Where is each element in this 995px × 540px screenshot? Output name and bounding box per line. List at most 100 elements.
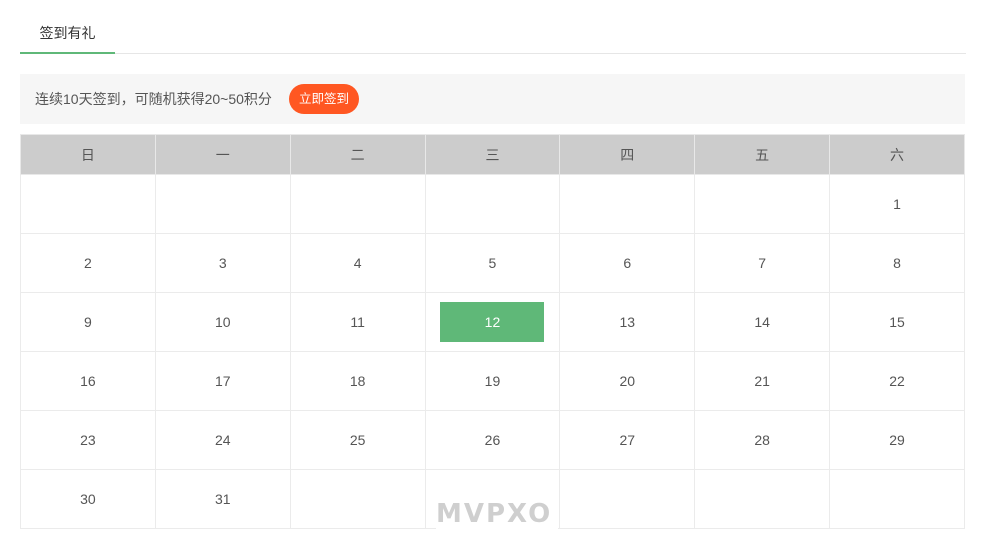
notice-bar: 连续10天签到，可随机获得20~50积分 立即签到 — [20, 74, 965, 124]
calendar-day-number: 15 — [889, 314, 905, 330]
calendar-day-cell[interactable]: 20 — [559, 351, 696, 411]
weekday-thu: 四 — [559, 134, 696, 175]
calendar-day-cell[interactable]: 11 — [289, 292, 426, 352]
calendar-day-number — [575, 478, 679, 518]
calendar-day-number: 31 — [214, 491, 231, 507]
calendar-day-number: 14 — [754, 314, 770, 330]
calendar-day-number: 26 — [484, 432, 501, 448]
calendar-empty-cell — [694, 174, 831, 234]
calendar-day-cell[interactable]: 3 — [154, 233, 291, 293]
weekday-header-row: 日 一 二 三 四 五 六 — [20, 134, 965, 175]
calendar-day-number: 17 — [214, 373, 231, 389]
calendar-day-cell[interactable]: 22 — [829, 351, 965, 411]
weekday-mon: 一 — [154, 134, 291, 175]
calendar-day-cell[interactable]: 19 — [424, 351, 561, 411]
calendar-day-number: 28 — [754, 432, 770, 448]
calendar-day-today: 12 — [440, 302, 545, 342]
weekday-sun: 日 — [20, 134, 156, 175]
calendar-day-number: 4 — [353, 255, 362, 271]
calendar-day-number: 16 — [80, 373, 96, 389]
calendar-day-cell[interactable]: 27 — [559, 410, 696, 470]
calendar-day-cell[interactable]: 16 — [20, 351, 156, 411]
tab-sign-in-rewards[interactable]: 签到有礼 — [20, 18, 115, 54]
calendar-day-cell[interactable]: 9 — [20, 292, 156, 352]
calendar-day-cell[interactable]: 7 — [694, 233, 831, 293]
sign-in-button[interactable]: 立即签到 — [289, 84, 360, 114]
calendar-day-number: 30 — [80, 491, 96, 507]
calendar-day-cell[interactable]: 31 — [154, 469, 291, 529]
notice-text: 连续10天签到，可随机获得20~50积分 — [35, 91, 272, 107]
calendar-week-row: 2 3 4 5 6 7 8 — [20, 233, 965, 293]
calendar-day-number: 18 — [349, 373, 366, 389]
calendar-empty-cell — [559, 469, 696, 529]
calendar-day-number: 13 — [619, 314, 636, 330]
calendar-day-cell[interactable]: 10 — [154, 292, 291, 352]
calendar-body: 1 2 3 4 5 6 7 8 9 10 11 12 13 14 15 16 17 18 19 20 21 22 23 24 2… — [20, 174, 965, 529]
calendar-empty-cell — [559, 174, 696, 234]
calendar-day-cell[interactable]: 13 — [559, 292, 696, 352]
calendar-day-number — [575, 183, 679, 223]
calendar-day-number: 11 — [350, 314, 365, 330]
calendar-week-row: 16 17 18 19 20 21 22 — [20, 351, 965, 411]
calendar-day-number: 19 — [484, 373, 501, 389]
calendar-week-row: 9 10 11 12 13 14 15 — [20, 292, 965, 352]
calendar-day-cell[interactable]: 21 — [694, 351, 831, 411]
calendar-day-cell[interactable]: 23 — [20, 410, 156, 470]
calendar-day-number — [710, 183, 814, 223]
calendar-day-number: 6 — [623, 255, 632, 271]
calendar-day-cell[interactable]: 30 — [20, 469, 156, 529]
calendar-day-number: 20 — [619, 373, 636, 389]
calendar-empty-cell — [829, 469, 965, 529]
calendar-day-number: 24 — [214, 432, 231, 448]
calendar-day-number — [710, 478, 814, 518]
calendar-day-cell[interactable]: 4 — [289, 233, 426, 293]
calendar-table: 日 一 二 三 四 五 六 1 2 3 4 5 6 7 8 9 10 11 12 13 14 15 16 17 1… — [20, 134, 965, 529]
calendar-day-number — [306, 183, 410, 223]
calendar-day-number — [440, 183, 544, 223]
calendar-day-number: 27 — [619, 432, 636, 448]
calendar-day-cell[interactable]: 2 — [20, 233, 156, 293]
calendar-day-cell[interactable]: 5 — [424, 233, 561, 293]
tab-bar: 签到有礼 — [20, 18, 966, 54]
calendar-week-row: 1 — [20, 174, 965, 234]
calendar-day-number: 5 — [488, 255, 497, 271]
calendar-empty-cell — [154, 174, 291, 234]
calendar-day-number: 23 — [80, 432, 96, 448]
calendar-day-number: 22 — [889, 373, 905, 389]
calendar-day-number: 10 — [214, 314, 231, 330]
calendar-day-cell[interactable]: 26 — [424, 410, 561, 470]
calendar-week-row: 23 24 25 26 27 28 29 — [20, 410, 965, 470]
calendar-day-number: 29 — [889, 432, 905, 448]
calendar-day-number — [306, 478, 410, 518]
calendar-day-cell[interactable]: 28 — [694, 410, 831, 470]
watermark-logo: MVPXO — [436, 499, 559, 529]
calendar-empty-cell — [289, 174, 426, 234]
calendar-day-cell[interactable]: 14 — [694, 292, 831, 352]
weekday-sat: 六 — [829, 134, 965, 175]
calendar-day-cell[interactable]: 6 — [559, 233, 696, 293]
calendar-day-cell[interactable]: 18 — [289, 351, 426, 411]
calendar-day-cell[interactable]: 8 — [829, 233, 965, 293]
calendar-day-cell[interactable]: 29 — [829, 410, 965, 470]
calendar-empty-cell — [20, 174, 156, 234]
weekday-wed: 三 — [424, 134, 561, 175]
calendar-day-number: 3 — [218, 255, 227, 271]
calendar-empty-cell — [424, 174, 561, 234]
calendar-empty-cell — [289, 469, 426, 529]
calendar-day-cell[interactable]: 15 — [829, 292, 965, 352]
calendar-day-cell[interactable]: 17 — [154, 351, 291, 411]
calendar-day-cell[interactable]: 24 — [154, 410, 291, 470]
calendar-day-cell[interactable]: 12 — [424, 292, 561, 352]
calendar-day-number — [36, 183, 140, 223]
weekday-tue: 二 — [289, 134, 426, 175]
calendar-day-number: 25 — [349, 432, 366, 448]
calendar-day-number: 21 — [754, 373, 770, 389]
calendar-day-number: 2 — [84, 255, 92, 271]
calendar-day-number: 7 — [758, 255, 767, 271]
calendar-day-cell[interactable]: 25 — [289, 410, 426, 470]
calendar-day-number: 9 — [84, 314, 92, 330]
calendar-day-number — [845, 478, 949, 518]
calendar-day-cell[interactable]: 1 — [829, 174, 965, 234]
calendar-day-number: 8 — [893, 255, 901, 271]
calendar-empty-cell — [694, 469, 831, 529]
